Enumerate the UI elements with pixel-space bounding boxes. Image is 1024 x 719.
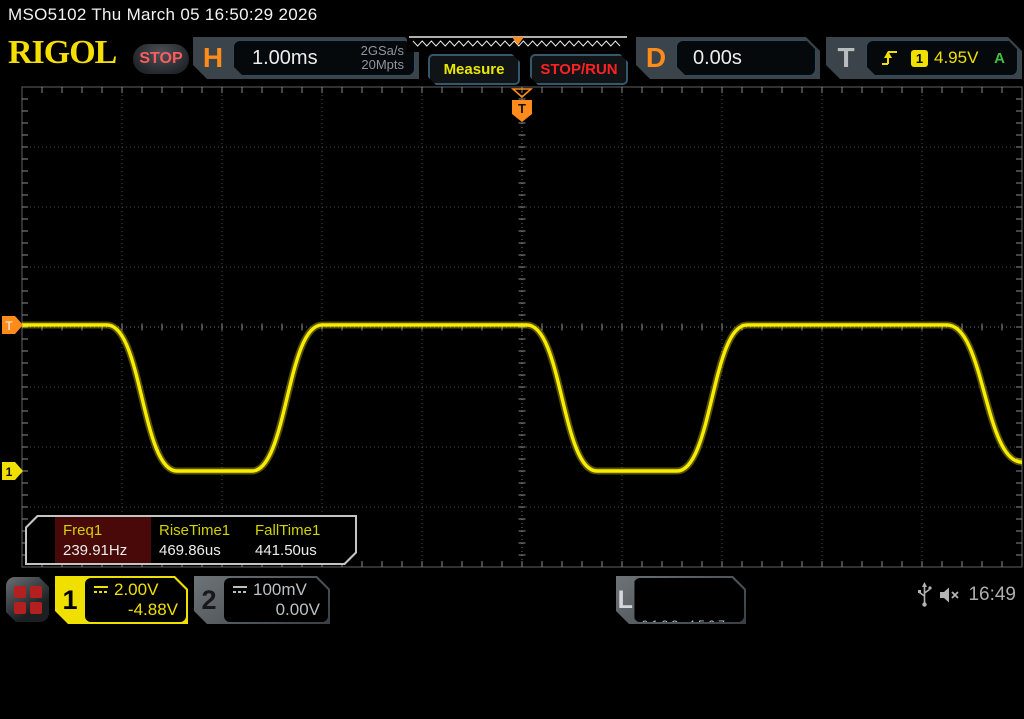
measurement-risetime1[interactable]: RiseTime1 469.86us bbox=[151, 517, 247, 563]
ch1-trace-glow bbox=[22, 325, 1022, 471]
logic-channel-numbers: 0 1 2 3 4 5 6 7 8 9 1011 12131415 bbox=[634, 578, 744, 622]
clock: 16:49 bbox=[968, 584, 1016, 606]
svg-text:T: T bbox=[518, 101, 526, 116]
trigger-position-marker[interactable]: T bbox=[512, 89, 532, 122]
channel-1-control[interactable]: 1 2.00V -4.88V bbox=[55, 576, 188, 624]
ch1-offset: -4.88V bbox=[93, 600, 178, 620]
menu-grid-icon bbox=[14, 586, 26, 598]
measurement-panel[interactable]: Freq1 239.91Hz RiseTime1 469.86us FallTi… bbox=[25, 515, 357, 565]
ch1-ground-marker[interactable]: 1 bbox=[2, 462, 23, 480]
measurement-freq1[interactable]: Freq1 239.91Hz bbox=[55, 517, 151, 563]
menu-grid-button[interactable] bbox=[6, 577, 49, 622]
svg-text:1: 1 bbox=[6, 465, 13, 479]
usb-icon bbox=[917, 582, 932, 608]
measurement-falltime1[interactable]: FallTime1 441.50us bbox=[247, 517, 343, 563]
ch1-trace bbox=[22, 325, 1022, 471]
dc-coupling-icon bbox=[93, 584, 109, 596]
ch1-scale: 2.00V bbox=[114, 580, 158, 600]
logic-channels-control[interactable]: L 0 1 2 3 4 5 6 7 8 9 1011 12131415 bbox=[616, 576, 746, 624]
speaker-muted-icon bbox=[939, 586, 961, 604]
ch2-offset: 0.00V bbox=[232, 600, 320, 620]
bottom-bar: 1 2.00V -4.88V 2 100mV 0.00V bbox=[0, 568, 1024, 630]
trigger-level-marker[interactable]: T bbox=[2, 316, 23, 334]
dc-coupling-icon bbox=[232, 584, 248, 596]
svg-text:T: T bbox=[5, 319, 13, 333]
ch2-scale: 100mV bbox=[253, 580, 307, 600]
channel-2-control[interactable]: 2 100mV 0.00V bbox=[194, 576, 330, 624]
